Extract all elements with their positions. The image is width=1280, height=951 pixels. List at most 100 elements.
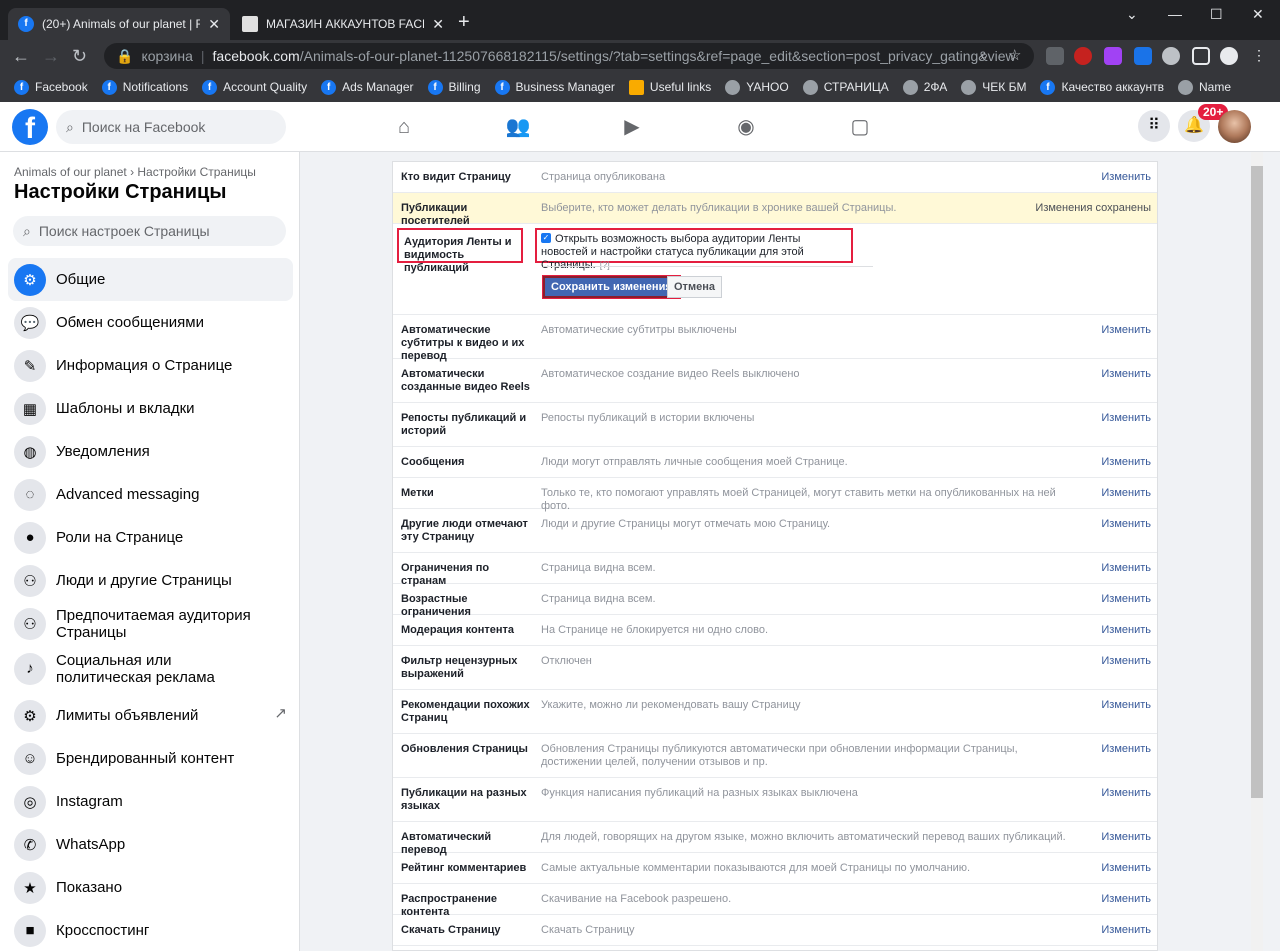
edit-link[interactable]: Изменить — [1101, 456, 1151, 469]
back-arrow-icon[interactable]: ← — [12, 46, 30, 66]
sidebar-item[interactable]: 💬 Обмен сообщениями — [8, 301, 293, 344]
maximize-button[interactable]: ☐ — [1210, 6, 1223, 23]
extension-icon[interactable] — [1134, 47, 1152, 65]
facebook-icon: f — [14, 79, 29, 95]
save-button[interactable]: Сохранить изменения — [542, 275, 681, 299]
sidebar-item[interactable]: ✆ WhatsApp — [8, 823, 293, 866]
sidebar-item[interactable]: ◍ Уведомления — [8, 430, 293, 473]
edit-link[interactable]: Изменить — [1101, 412, 1151, 425]
gear-icon: ⚙ — [14, 699, 46, 732]
edit-link[interactable]: Изменить — [1101, 862, 1151, 875]
highlight-box — [397, 228, 523, 263]
menu-icon[interactable]: ⋮ — [1250, 47, 1268, 65]
edit-link[interactable]: Изменить — [1101, 655, 1151, 668]
close-icon[interactable]: ✕ — [208, 16, 220, 33]
edit-link[interactable]: Изменить — [1101, 324, 1151, 337]
bookmark-item[interactable]: Useful links — [628, 79, 712, 95]
bookmark-item[interactable]: 2ФА — [902, 79, 947, 95]
watch-icon[interactable]: ▶ — [619, 114, 645, 140]
breadcrumb[interactable]: Animals of our planet › Настройки Страни… — [14, 165, 256, 179]
minimize-button[interactable]: — — [1168, 6, 1182, 22]
extension-icon[interactable] — [1046, 47, 1064, 65]
bookmark-item[interactable]: Name — [1178, 79, 1231, 95]
edit-link[interactable]: Изменить — [1101, 831, 1151, 844]
sidebar-item[interactable]: ⚙ Лимиты объявлений ↗ — [8, 694, 293, 737]
sidebar-item[interactable]: ■ Кросспостинг — [8, 909, 293, 951]
bookmarks-bar: f Facebook f Notifications f Account Quality f… — [0, 72, 1280, 102]
edit-link[interactable]: Изменить — [1101, 699, 1151, 712]
extension-icon[interactable] — [1104, 47, 1122, 65]
avatar[interactable] — [1218, 110, 1251, 143]
settings-search-input[interactable]: ⌕ Поиск настроек Страницы — [13, 216, 286, 246]
external-link-icon: ↗ — [274, 705, 287, 722]
forward-arrow-icon[interactable]: → — [42, 46, 60, 66]
cancel-button[interactable]: Отмена — [667, 276, 722, 298]
facebook-logo-icon[interactable]: f — [12, 109, 48, 145]
edit-link[interactable]: Изменить — [1101, 487, 1151, 500]
checkbox[interactable]: ✓ — [541, 233, 551, 243]
sidebar-item[interactable]: ☺ Брендированный контент — [8, 737, 293, 780]
edit-link[interactable]: Изменить — [1101, 787, 1151, 800]
divider — [543, 266, 873, 267]
zoom-icon[interactable]: ⌕ — [980, 46, 988, 66]
groups-icon[interactable]: ◉ — [733, 114, 759, 140]
sidebar-item[interactable]: ★ Показано — [8, 866, 293, 909]
friends-icon[interactable]: 👥 — [505, 114, 531, 140]
bookmark-item[interactable]: СТРАНИЦА — [802, 79, 889, 95]
settings-row-label: Скачать Страницу — [401, 924, 501, 936]
bookmark-item[interactable]: f Ads Manager — [321, 79, 414, 95]
bookmark-item[interactable]: f Facebook — [14, 79, 88, 95]
edit-link[interactable]: Изменить — [1101, 624, 1151, 637]
home-icon[interactable]: ⌂ — [391, 114, 417, 140]
extension-icon[interactable] — [1074, 47, 1092, 65]
menu-grid-icon[interactable]: ⠿ — [1138, 110, 1170, 142]
bookmark-item[interactable]: f Account Quality — [202, 79, 307, 95]
sidepanel-icon[interactable] — [1192, 47, 1210, 65]
help-link[interactable]: [?] — [600, 260, 610, 270]
sidebar-item[interactable]: ⚇ Предпочитаемая аудитория Страницы — [8, 602, 293, 645]
scrollbar-thumb[interactable] — [1251, 166, 1263, 798]
tab-search-icon[interactable]: ⌄ — [1126, 6, 1138, 23]
reload-icon[interactable]: ↻ — [72, 46, 87, 66]
edit-link[interactable]: Изменить — [1101, 743, 1151, 756]
edit-link[interactable]: Изменить — [1101, 893, 1151, 906]
edit-link[interactable]: Изменить — [1101, 171, 1151, 184]
browser-tab-facebook[interactable]: f (20+) Animals of our planet | Face ✕ — [8, 8, 230, 40]
settings-row: Ограничения по странам Страница видна все… — [393, 553, 1157, 587]
edit-link[interactable]: Изменить — [1101, 593, 1151, 606]
bookmark-item[interactable]: ЧЕК БМ — [961, 79, 1026, 95]
facebook-search-input[interactable]: ⌕ Поиск на Facebook — [56, 110, 286, 144]
star-icon[interactable]: ☆ — [1008, 46, 1021, 66]
bookmark-item[interactable]: YAHOO — [725, 79, 789, 95]
facebook-icon: f — [1040, 79, 1056, 95]
puzzle-icon[interactable] — [1162, 47, 1180, 65]
sidebar-item[interactable]: ◎ Instagram — [8, 780, 293, 823]
close-window-button[interactable]: ✕ — [1252, 6, 1264, 23]
sidebar-item-label: Лимиты объявлений — [56, 707, 199, 724]
sidebar-item[interactable]: ✎ Информация о Странице — [8, 344, 293, 387]
sidebar-item[interactable]: ◌ Advanced messaging — [8, 473, 293, 516]
new-tab-button[interactable]: + — [458, 12, 470, 32]
sidebar-item[interactable]: ⚙ Общие — [8, 258, 293, 301]
edit-link[interactable]: Изменить — [1101, 368, 1151, 381]
edit-link[interactable]: Изменить — [1101, 562, 1151, 575]
gaming-icon[interactable]: ▢ — [847, 114, 873, 140]
settings-row-value: Люди могут отправлять личные сообщения м… — [541, 456, 848, 468]
edit-link[interactable]: Изменить — [1101, 518, 1151, 531]
sidebar-item[interactable]: ● Роли на Странице — [8, 516, 293, 559]
bookmark-label: Useful links — [649, 80, 712, 94]
search-placeholder: Поиск на Facebook — [81, 119, 206, 135]
bookmark-item[interactable]: f Качество аккаунтв — [1040, 79, 1164, 95]
close-icon[interactable]: ✕ — [432, 16, 444, 33]
edit-link[interactable]: Изменить — [1101, 924, 1151, 937]
browser-tab-shop[interactable]: МАГАЗИН АККАУНТОВ FACEBOOK ✕ — [232, 8, 454, 40]
bookmark-item[interactable]: f Notifications — [101, 79, 188, 95]
settings-row-label: Модерация контента — [401, 624, 515, 636]
sidebar-item[interactable]: ⚇ Люди и другие Страницы — [8, 559, 293, 602]
sidebar-item[interactable]: ▦ Шаблоны и вкладки — [8, 387, 293, 430]
sidebar-item[interactable]: ♪ Социальная или политическая реклама — [8, 647, 293, 690]
profile-icon[interactable] — [1220, 47, 1238, 65]
bookmark-item[interactable]: f Billing — [427, 79, 481, 95]
address-bar[interactable]: 🔒 корзина | facebook.com /Animals-of-our… — [104, 43, 1034, 69]
bookmark-item[interactable]: f Business Manager — [494, 79, 615, 95]
